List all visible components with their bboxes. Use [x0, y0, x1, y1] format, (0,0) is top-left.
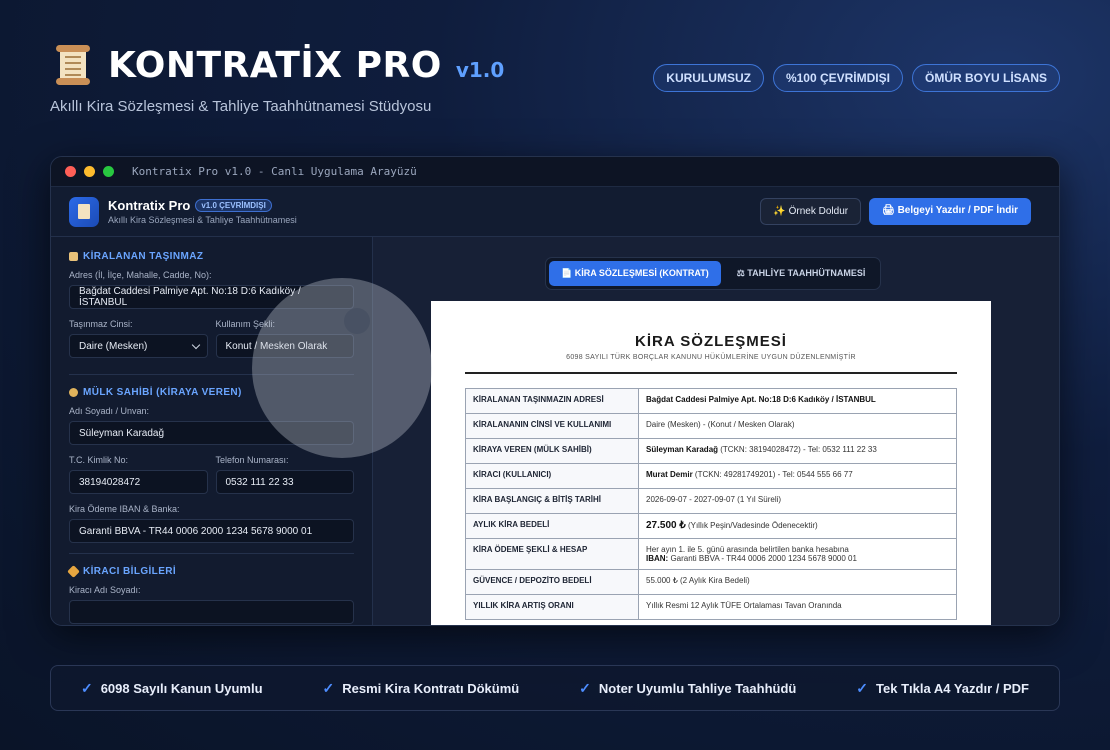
- table-row: YILLIK KİRA ARTIŞ ORANI Yıllık Resmi 12 A…: [465, 594, 957, 620]
- table-row: KİRALANANIN CİNSİ VE KULLANIMI Daire (Mes…: [465, 413, 957, 439]
- feature-badges: KURULUMSUZ %100 ÇEVRİMDIŞI ÖMÜR BOYU LİS…: [653, 64, 1060, 92]
- table-row: KİRACI (KULLANICI) Murat Demir (TCKN: 492…: [465, 463, 957, 489]
- badge-kurulumsuz: KURULUMSUZ: [653, 64, 764, 92]
- minimize-dot[interactable]: [84, 166, 95, 177]
- row-key: KİRALANAN TAŞINMAZIN ADRESİ: [465, 388, 639, 414]
- tenant-section-title: KİRACI BİLGİLERİ: [67, 565, 354, 578]
- row-value: Her ayın 1. ile 5. günü arasında belirti…: [638, 538, 957, 570]
- row-key: GÜVENCE / DEPOZİTO BEDELİ: [465, 569, 639, 595]
- document-title: KİRA SÖZLEŞMESİ: [635, 333, 787, 350]
- badge-lifetime: ÖMÜR BOYU LİSANS: [911, 64, 1060, 92]
- property-section-title: KİRALANAN TAŞINMAZ: [69, 251, 354, 262]
- row-value: Süleyman Karadağ (TCKN: 38194028472) - T…: [638, 438, 957, 464]
- property-type-select[interactable]: Daire (Mesken): [69, 334, 208, 358]
- window-titlebar: Kontratix Pro v1.0 - Canlı Uygulama Aray…: [51, 157, 1059, 187]
- row-key: YILLIK KİRA ARTIŞ ORANI: [465, 594, 639, 620]
- window-title: Kontratix Pro v1.0 - Canlı Uygulama Aray…: [132, 165, 417, 178]
- badge-offline: %100 ÇEVRİMDIŞI: [772, 64, 903, 92]
- document-rule: [465, 372, 957, 374]
- row-value: Bağdat Caddesi Palmiye Apt. No:18 D:6 Ka…: [638, 388, 957, 414]
- row-value: Yıllık Resmi 12 Aylık TÜFE Ortalaması Ta…: [638, 594, 957, 620]
- property-type-label: Taşınmaz Cinsi:: [69, 319, 133, 329]
- row-value: Murat Demir (TCKN: 49281749201) - Tel: 0…: [638, 463, 957, 489]
- feature-footer: ✓ 6098 Sayılı Kanun Uyumlu ✓ Resmi Kira Ko…: [50, 665, 1060, 711]
- row-key: KİRALANANIN CİNSİ VE KULLANIMI: [465, 413, 639, 439]
- maximize-dot[interactable]: [103, 166, 114, 177]
- owner-phone-input[interactable]: 0532 111 22 33: [215, 470, 354, 494]
- tenant-name-input[interactable]: [69, 600, 354, 624]
- owner-iban-label: Kira Ödeme IBAN & Banka:: [69, 504, 180, 514]
- table-row: KİRA ÖDEME ŞEKLİ & HESAP Her ayın 1. ile …: [465, 538, 957, 570]
- brand-name: KONTRATİX PRO: [108, 44, 442, 86]
- app-subtitle: Akıllı Kira Sözleşmesi & Tahliye Taahhüt…: [108, 215, 297, 225]
- app-window: Kontratix Pro v1.0 - Canlı Uygulama Aray…: [50, 156, 1060, 626]
- feature-item: ✓ Tek Tıkla A4 Yazdır / PDF: [856, 679, 1029, 696]
- row-key: KİRA BAŞLANGIÇ & BİTİŞ TARİHİ: [465, 488, 639, 514]
- table-row: KİRALANAN TAŞINMAZIN ADRESİ Bağdat Caddes…: [465, 388, 957, 414]
- owner-tc-input[interactable]: 38194028472: [69, 470, 208, 494]
- table-row: KİRA BAŞLANGIÇ & BİTİŞ TARİHİ 2026-09-07 …: [465, 488, 957, 514]
- row-key: AYLIK KİRA BEDELİ: [465, 513, 639, 539]
- owner-iban-input[interactable]: Garanti BBVA - TR44 0006 2000 1234 5678 …: [69, 519, 354, 543]
- feature-item: ✓ 6098 Sayılı Kanun Uyumlu: [80, 679, 263, 696]
- row-key: KİRAYA VEREN (MÜLK SAHİBİ): [465, 438, 639, 464]
- app-name: Kontratix Pro: [108, 198, 191, 213]
- app-header: Kontratix Pro v1.0 ÇEVRİMDIŞI Akıllı Kir…: [51, 187, 1059, 237]
- chevron-down-icon: [191, 340, 200, 350]
- row-key: KİRACI (KULLANICI): [465, 463, 639, 489]
- table-row: GÜVENCE / DEPOZİTO BEDELİ 55.000 ₺ (2 Ayl…: [465, 569, 957, 595]
- document-tabs: 📄 KİRA SÖZLEŞMESİ (KONTRAT) ⚖ TAHLİYE TA…: [545, 257, 882, 290]
- document-subtitle: 6098 SAYILI TÜRK BORÇLAR KANUNU HÜKÜMLER…: [566, 354, 856, 361]
- feature-item: ✓ Resmi Kira Kontratı Dökümü: [322, 679, 520, 696]
- tab-eviction-commitment[interactable]: ⚖ TAHLİYE TAAHHÜTNAMESİ: [725, 261, 878, 286]
- table-row: KİRAYA VEREN (MÜLK SAHİBİ) Süleyman Karad…: [465, 438, 957, 464]
- feature-item: ✓ Noter Uyumlu Tahliye Taahhüdü: [579, 679, 797, 696]
- print-pdf-button[interactable]: 🖨 Belgeyi Yazdır / PDF İndir: [869, 198, 1031, 225]
- row-value: 2026-09-07 - 2027-09-07 (1 Yıl Süreli): [638, 488, 957, 514]
- owner-tc-label: T.C. Kimlik No:: [69, 455, 129, 465]
- close-dot[interactable]: [65, 166, 76, 177]
- tagline: Akıllı Kira Sözleşmesi & Tahliye Taahhüt…: [50, 98, 432, 115]
- watermark-logo: [252, 278, 432, 458]
- scroll-icon: [54, 44, 94, 86]
- tenant-name-label: Kiracı Adı Soyadı:: [69, 585, 141, 595]
- sample-fill-button[interactable]: ✨ Örnek Doldur: [760, 198, 862, 225]
- divider: [69, 553, 354, 554]
- address-label: Adres (İl, İlçe, Mahalle, Cadde, No):: [69, 270, 212, 280]
- check-icon: ✓: [579, 679, 591, 696]
- tab-lease-contract[interactable]: 📄 KİRA SÖZLEŞMESİ (KONTRAT): [549, 261, 721, 286]
- row-value: 55.000 ₺ (2 Aylık Kira Bedeli): [638, 569, 957, 595]
- app-version-badge: v1.0 ÇEVRİMDIŞI: [195, 199, 272, 212]
- hero-title: KONTRATİX PRO v1.0: [54, 44, 504, 86]
- row-value: 27.500 ₺ (Yıllık Peşin/Vadesinde Ödenece…: [638, 513, 957, 539]
- house-icon: [69, 252, 78, 261]
- person-icon: [69, 388, 78, 397]
- key-icon: [67, 565, 80, 578]
- a4-document: KİRA SÖZLEŞMESİ 6098 SAYILI TÜRK BORÇLAR…: [431, 301, 991, 625]
- check-icon: ✓: [856, 679, 869, 696]
- row-value: Daire (Mesken) - (Konut / Mesken Olarak): [638, 413, 957, 439]
- brand-version: v1.0: [455, 58, 505, 82]
- check-icon: ✓: [322, 679, 335, 696]
- app-logo-icon: [69, 196, 99, 227]
- check-icon: ✓: [80, 679, 93, 696]
- contract-table: KİRALANAN TAŞINMAZIN ADRESİ Bağdat Caddes…: [465, 388, 957, 620]
- document-preview: 📄 KİRA SÖZLEŞMESİ (KONTRAT) ⚖ TAHLİYE TA…: [373, 237, 1059, 625]
- row-key: KİRA ÖDEME ŞEKLİ & HESAP: [465, 538, 639, 570]
- table-row: AYLIK KİRA BEDELİ 27.500 ₺ (Yıllık Peşin/…: [465, 513, 957, 539]
